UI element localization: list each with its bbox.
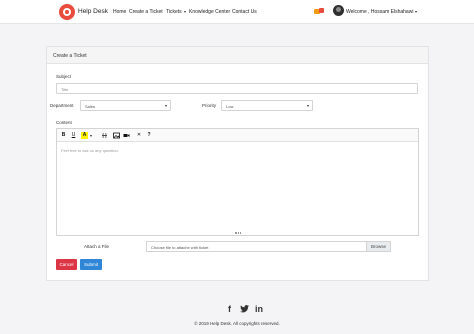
browse-button[interactable]: Browse <box>366 242 390 251</box>
file-input[interactable]: Choose file to attache with ticket Brows… <box>146 241 391 252</box>
nav-tickets-label: Tickets <box>166 9 182 15</box>
bold-button[interactable]: B <box>61 132 66 139</box>
text-color-button[interactable]: A <box>81 132 88 139</box>
avatar[interactable] <box>333 5 344 16</box>
brand-name[interactable]: Help Desk <box>78 8 108 15</box>
subject-placeholder: Title <box>61 87 69 92</box>
subject-input[interactable]: Title <box>56 83 418 94</box>
lifebuoy-logo-icon[interactable] <box>59 4 75 20</box>
facebook-icon[interactable]: f <box>228 304 231 314</box>
editor-placeholder: Feel free to ask us any question. <box>61 148 119 153</box>
priority-value: Low <box>226 104 234 109</box>
video-button[interactable] <box>123 132 130 139</box>
clear-format-button[interactable]: ✕ <box>136 132 142 139</box>
subject-label: Subject <box>56 74 72 79</box>
video-icon <box>123 134 130 137</box>
link-button[interactable] <box>101 132 108 139</box>
department-select[interactable]: Sales <box>80 100 171 111</box>
card-title: Create a Ticket <box>53 53 87 59</box>
user-menu[interactable]: Welcome , Hossam Elshahawi <box>346 9 418 15</box>
content-label: Content <box>56 120 72 125</box>
top-navbar: Help Desk Home Create a Ticket Tickets K… <box>0 0 474 24</box>
nav-contact-us[interactable]: Contact Us <box>232 9 257 15</box>
nav-create-ticket[interactable]: Create a Ticket <box>129 9 163 15</box>
notification-badge <box>319 8 324 13</box>
department-label: Department <box>50 103 74 108</box>
nav-home[interactable]: Home <box>113 9 126 15</box>
resize-grip-icon[interactable] <box>235 232 241 234</box>
copyright-text: © 2019 Help Desk. All copyrights reserve… <box>194 321 280 326</box>
rich-text-editor[interactable]: B U A ✕ ? Feel free to ask us any questi… <box>56 128 419 236</box>
nav-tickets[interactable]: Tickets <box>166 9 186 15</box>
chevron-down-icon[interactable] <box>90 135 92 137</box>
priority-select[interactable]: Low <box>221 100 313 111</box>
file-input-placeholder: Choose file to attache with ticket <box>151 245 209 250</box>
cancel-button[interactable]: Cancel <box>56 259 77 270</box>
linkedin-icon[interactable]: in <box>255 304 263 314</box>
twitter-icon[interactable] <box>240 305 249 315</box>
image-button[interactable] <box>113 132 120 139</box>
nav-knowledge-center[interactable]: Knowledge Center <box>189 9 230 15</box>
help-button[interactable]: ? <box>146 132 152 139</box>
link-icon <box>102 133 107 138</box>
chevron-down-icon <box>307 105 309 107</box>
image-icon <box>113 132 120 139</box>
department-value: Sales <box>85 104 96 109</box>
priority-label: Priority <box>202 103 217 108</box>
underline-button[interactable]: U <box>71 132 76 139</box>
editor-toolbar: B U A ✕ ? <box>57 129 418 142</box>
chevron-down-icon <box>415 10 418 13</box>
chevron-down-icon <box>165 105 167 107</box>
welcome-text: Welcome , Hossam Elshahawi <box>346 9 414 15</box>
twitter-bird-shape <box>240 305 249 313</box>
chevron-down-icon <box>183 10 186 13</box>
submit-button[interactable]: Submit <box>80 259 102 270</box>
card-header: Create a Ticket <box>47 47 428 64</box>
attach-label: Attach a File <box>84 244 110 249</box>
